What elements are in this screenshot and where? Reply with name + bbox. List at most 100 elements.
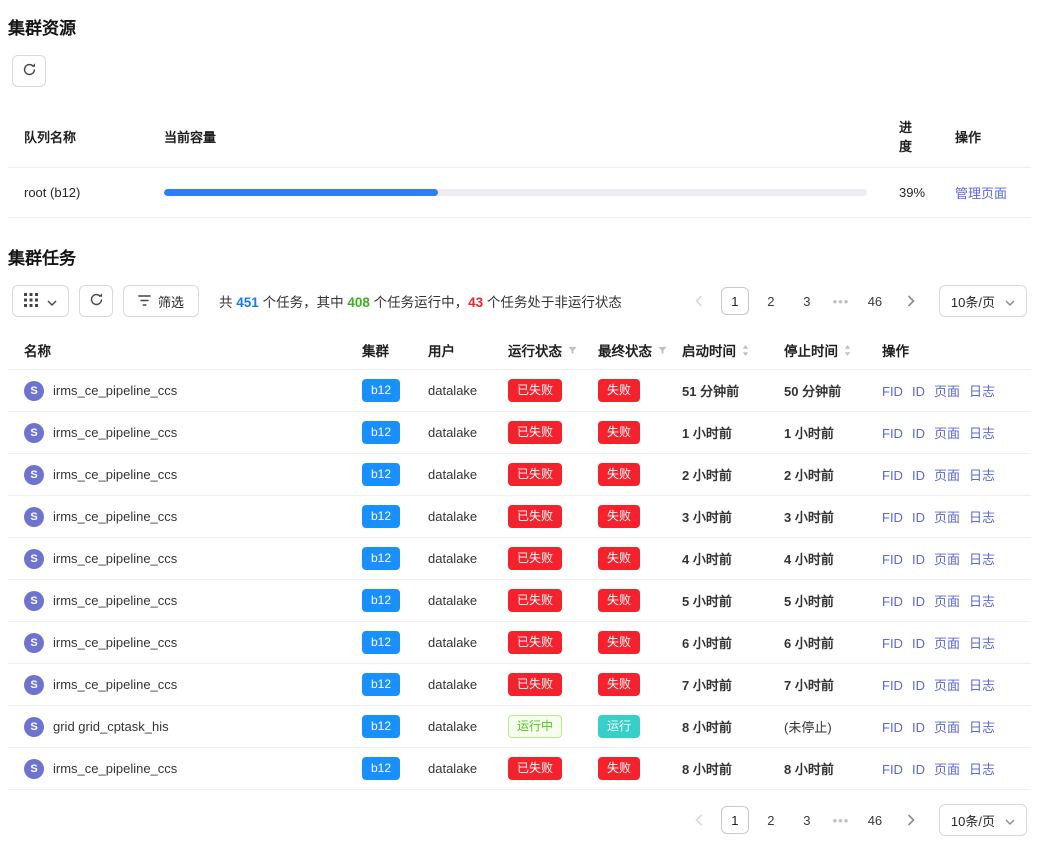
task-name: irms_ce_pipeline_ccs <box>53 509 177 524</box>
id-link[interactable]: ID <box>912 510 925 525</box>
id-link[interactable]: ID <box>912 678 925 693</box>
page-link[interactable]: 页面 <box>934 762 960 777</box>
column-settings-button[interactable] <box>12 285 69 317</box>
log-link[interactable]: 日志 <box>969 384 995 399</box>
action-header: 操作 <box>939 115 1031 158</box>
filter-funnel-icon[interactable] <box>657 345 668 356</box>
fid-link[interactable]: FID <box>882 510 903 525</box>
actions-header: 操作 <box>866 331 1031 370</box>
pagination-top: 1 2 3 ••• 46 10条/页 <box>685 285 1027 317</box>
log-link[interactable]: 日志 <box>969 468 995 483</box>
page-size-select[interactable]: 10条/页 <box>939 804 1027 836</box>
page-button-2[interactable]: 2 <box>757 287 785 315</box>
next-page-button[interactable] <box>897 806 925 834</box>
log-link[interactable]: 日志 <box>969 678 995 693</box>
table-row: S irms_ce_pipeline_ccs b12 datalake 已失败 … <box>8 748 1031 790</box>
fid-link[interactable]: FID <box>882 636 903 651</box>
prev-page-button[interactable] <box>685 806 713 834</box>
progress-label: 39% <box>883 170 939 215</box>
page-link[interactable]: 页面 <box>934 552 960 567</box>
summary-text: 个任务，其中 <box>259 295 348 310</box>
start-time: 8 小时前 <box>666 748 768 790</box>
start-time: 8 小时前 <box>666 706 768 748</box>
fid-link[interactable]: FID <box>882 678 903 693</box>
sorter-icon[interactable] <box>843 344 852 357</box>
tasks-table: 名称 集群 用户 运行状态 最终状态 启动时间 <box>8 331 1031 790</box>
fid-link[interactable]: FID <box>882 552 903 567</box>
fid-link[interactable]: FID <box>882 384 903 399</box>
prev-page-button[interactable] <box>685 287 713 315</box>
id-link[interactable]: ID <box>912 384 925 399</box>
stop-time: 50 分钟前 <box>768 370 866 412</box>
page-button-1[interactable]: 1 <box>721 806 749 834</box>
task-user: datalake <box>412 412 492 454</box>
log-link[interactable]: 日志 <box>969 510 995 525</box>
id-link[interactable]: ID <box>912 720 925 735</box>
page-button-3[interactable]: 3 <box>793 287 821 315</box>
page-link[interactable]: 页面 <box>934 594 960 609</box>
page-size-select[interactable]: 10条/页 <box>939 285 1027 317</box>
id-link[interactable]: ID <box>912 468 925 483</box>
cluster-tag: b12 <box>362 421 400 444</box>
page-size-label: 10条/页 <box>951 292 995 311</box>
id-link[interactable]: ID <box>912 426 925 441</box>
log-link[interactable]: 日志 <box>969 762 995 777</box>
filter-funnel-icon[interactable] <box>567 345 578 356</box>
page-ellipsis[interactable]: ••• <box>829 813 853 828</box>
fid-link[interactable]: FID <box>882 720 903 735</box>
tasks-refresh-button[interactable] <box>79 285 113 317</box>
id-link[interactable]: ID <box>912 762 925 777</box>
task-name: irms_ce_pipeline_ccs <box>53 677 177 692</box>
page-link[interactable]: 页面 <box>934 384 960 399</box>
page-button-46[interactable]: 46 <box>861 287 889 315</box>
next-page-button[interactable] <box>897 287 925 315</box>
log-link[interactable]: 日志 <box>969 636 995 651</box>
filter-button[interactable]: 筛选 <box>123 285 199 317</box>
page-button-2[interactable]: 2 <box>757 806 785 834</box>
task-name: irms_ce_pipeline_ccs <box>53 635 177 650</box>
manage-page-link[interactable]: 管理页面 <box>955 186 1007 201</box>
spark-avatar-icon: S <box>24 507 44 527</box>
page-link[interactable]: 页面 <box>934 510 960 525</box>
page-link[interactable]: 页面 <box>934 468 960 483</box>
fid-link[interactable]: FID <box>882 426 903 441</box>
run-status-tag: 已失败 <box>508 547 562 570</box>
start-time: 1 小时前 <box>666 412 768 454</box>
spark-avatar-icon: S <box>24 549 44 569</box>
chevron-down-icon <box>1005 813 1015 828</box>
sorter-icon[interactable] <box>741 344 750 357</box>
log-link[interactable]: 日志 <box>969 594 995 609</box>
page-button-1[interactable]: 1 <box>721 287 749 315</box>
page-link[interactable]: 页面 <box>934 636 960 651</box>
page-button-3[interactable]: 3 <box>793 806 821 834</box>
task-user: datalake <box>412 538 492 580</box>
action-links: FID ID 页面日志 <box>866 454 1031 496</box>
task-name: irms_ce_pipeline_ccs <box>53 383 177 398</box>
log-link[interactable]: 日志 <box>969 426 995 441</box>
action-links: FID ID 页面日志 <box>866 748 1031 790</box>
pagination-bottom: 1 2 3 ••• 46 10条/页 <box>685 804 1027 836</box>
page-link[interactable]: 页面 <box>934 426 960 441</box>
log-link[interactable]: 日志 <box>969 720 995 735</box>
resources-refresh-button[interactable] <box>12 55 46 87</box>
task-user: datalake <box>412 748 492 790</box>
page-button-46[interactable]: 46 <box>861 806 889 834</box>
start-time: 7 小时前 <box>666 664 768 706</box>
fid-link[interactable]: FID <box>882 594 903 609</box>
total-count: 451 <box>236 295 259 310</box>
fid-link[interactable]: FID <box>882 762 903 777</box>
page-link[interactable]: 页面 <box>934 678 960 693</box>
log-link[interactable]: 日志 <box>969 552 995 567</box>
task-name: irms_ce_pipeline_ccs <box>53 761 177 776</box>
summary-text: 个任务处于非运行状态 <box>483 295 622 310</box>
fid-link[interactable]: FID <box>882 468 903 483</box>
id-link[interactable]: ID <box>912 636 925 651</box>
task-name: irms_ce_pipeline_ccs <box>53 551 177 566</box>
task-user: datalake <box>412 496 492 538</box>
id-link[interactable]: ID <box>912 552 925 567</box>
page-ellipsis[interactable]: ••• <box>829 294 853 309</box>
id-link[interactable]: ID <box>912 594 925 609</box>
table-row: S irms_ce_pipeline_ccs b12 datalake 已失败 … <box>8 496 1031 538</box>
pagination-bottom-wrap: 1 2 3 ••• 46 10条/页 <box>8 804 1027 836</box>
page-link[interactable]: 页面 <box>934 720 960 735</box>
